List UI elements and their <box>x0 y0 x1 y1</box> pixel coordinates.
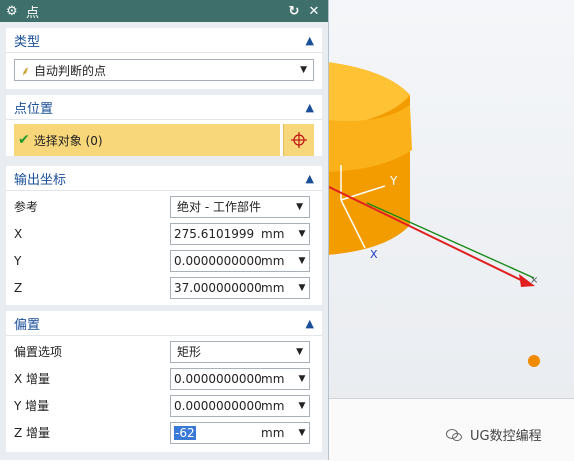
chevron-up-icon[interactable]: ▲ <box>306 101 314 114</box>
point-location-header[interactable]: 点位置 ▲ <box>6 95 322 120</box>
output-coords-section: 输出坐标 ▲ 参考 绝对 - 工作部件 ▼ X 275.6101999 mm ▼… <box>6 166 322 305</box>
chevron-up-icon[interactable]: ▲ <box>306 34 314 47</box>
output-coords-header[interactable]: 输出坐标 ▲ <box>6 166 322 191</box>
inferred-point-icon: ⸙ <box>21 63 31 78</box>
x-coord-input[interactable]: 275.6101999 mm ▼ <box>170 222 310 245</box>
chevron-down-icon[interactable]: ▼ <box>295 428 309 438</box>
crosshair-icon <box>291 132 307 148</box>
chevron-down-icon[interactable]: ▼ <box>295 229 309 239</box>
chevron-down-icon[interactable]: ▼ <box>295 374 309 384</box>
unit-label: mm <box>261 398 285 413</box>
chevron-up-icon[interactable]: ▲ <box>306 172 314 185</box>
type-section-header[interactable]: 类型 ▲ <box>6 28 322 53</box>
point-dialog: ⚙ 点 ↻ ✕ 类型 ▲ ⸙ 自动判断的点 ▼ 点位置 ▲ ✔ 选择对象 (0) <box>0 0 329 460</box>
select-object-label: 选择对象 (0) <box>33 133 103 148</box>
x-increment-value: 0.0000000000 <box>174 371 261 386</box>
point-dialog-button[interactable] <box>283 124 314 156</box>
offset-option-label: 偏置选项 <box>14 345 63 359</box>
z-coord-input[interactable]: 37.000000000 mm ▼ <box>170 276 310 299</box>
x-coord-label: X <box>14 226 23 241</box>
checkmark-icon: ✔ <box>18 132 30 148</box>
z-coord-value: 37.000000000 <box>174 280 261 295</box>
gear-icon[interactable]: ⚙ <box>6 4 20 19</box>
x-increment-label: X 增量 <box>14 372 51 386</box>
unit-label: mm <box>261 226 285 241</box>
chevron-down-icon: ▼ <box>296 346 303 357</box>
watermark: UG数控编程 <box>446 425 542 444</box>
offset-vector <box>366 202 535 279</box>
reset-icon[interactable]: ↻ <box>286 4 302 19</box>
type-section-title: 类型 <box>14 34 41 50</box>
y-increment-value: 0.0000000000 <box>174 398 261 413</box>
dialog-titlebar: ⚙ 点 ↻ ✕ <box>0 0 328 22</box>
point-location-title: 点位置 <box>14 101 54 117</box>
z-increment-label: Z 增量 <box>14 426 51 440</box>
y-increment-label: Y 增量 <box>14 399 50 413</box>
dialog-title: 点 <box>26 5 40 21</box>
watermark-text: UG数控编程 <box>470 429 542 444</box>
z-increment-input[interactable]: -62 mm ▼ <box>170 421 310 444</box>
wechat-icon <box>446 428 462 441</box>
type-section: 类型 ▲ ⸙ 自动判断的点 ▼ <box>6 28 322 89</box>
chevron-up-icon[interactable]: ▲ <box>306 317 314 330</box>
x-coord-value: 275.6101999 <box>174 226 255 241</box>
unit-label: mm <box>261 371 285 386</box>
y-coord-input[interactable]: 0.0000000000 mm ▼ <box>170 249 310 272</box>
chevron-down-icon[interactable]: ▼ <box>295 283 309 293</box>
reference-dropdown[interactable]: 绝对 - 工作部件 ▼ <box>170 195 310 218</box>
target-marker: × <box>530 275 538 286</box>
x-increment-input[interactable]: 0.0000000000 mm ▼ <box>170 367 310 390</box>
chevron-down-icon[interactable]: ▼ <box>295 256 309 266</box>
y-coord-label: Y <box>14 253 22 268</box>
y-coord-value: 0.0000000000 <box>174 253 261 268</box>
unit-label: mm <box>261 425 285 440</box>
offset-option-dropdown[interactable]: 矩形 ▼ <box>170 340 310 363</box>
axis-y-label: Y <box>390 174 398 188</box>
offset-title: 偏置 <box>14 317 41 333</box>
reference-value: 绝对 - 工作部件 <box>177 200 261 214</box>
chevron-down-icon: ▼ <box>296 201 303 212</box>
offset-section: 偏置 ▲ 偏置选项 矩形 ▼ X 增量 0.0000000000 mm ▼ Y … <box>6 311 322 452</box>
sphere-marker <box>528 355 540 367</box>
type-dropdown-value: 自动判断的点 <box>34 63 107 78</box>
chevron-down-icon[interactable]: ▼ <box>295 401 309 411</box>
offset-header[interactable]: 偏置 ▲ <box>6 311 322 336</box>
z-coord-label: Z <box>14 280 23 295</box>
offset-option-value: 矩形 <box>177 345 202 359</box>
point-location-section: 点位置 ▲ ✔ 选择对象 (0) <box>6 95 322 156</box>
close-icon[interactable]: ✕ <box>306 4 322 19</box>
select-object-field[interactable]: ✔ 选择对象 (0) <box>14 124 280 156</box>
type-dropdown[interactable]: ⸙ 自动判断的点 ▼ <box>14 59 314 81</box>
axis-x-label: X <box>370 248 378 261</box>
chevron-down-icon: ▼ <box>300 65 307 75</box>
graphics-viewport[interactable]: × Y X <box>327 0 574 460</box>
reference-label: 参考 <box>14 200 39 214</box>
y-increment-input[interactable]: 0.0000000000 mm ▼ <box>170 394 310 417</box>
output-coords-title: 输出坐标 <box>14 172 67 188</box>
unit-label: mm <box>261 253 285 268</box>
viewport-scene: × <box>327 62 540 367</box>
z-increment-value: -62 <box>174 425 196 440</box>
unit-label: mm <box>261 280 285 295</box>
